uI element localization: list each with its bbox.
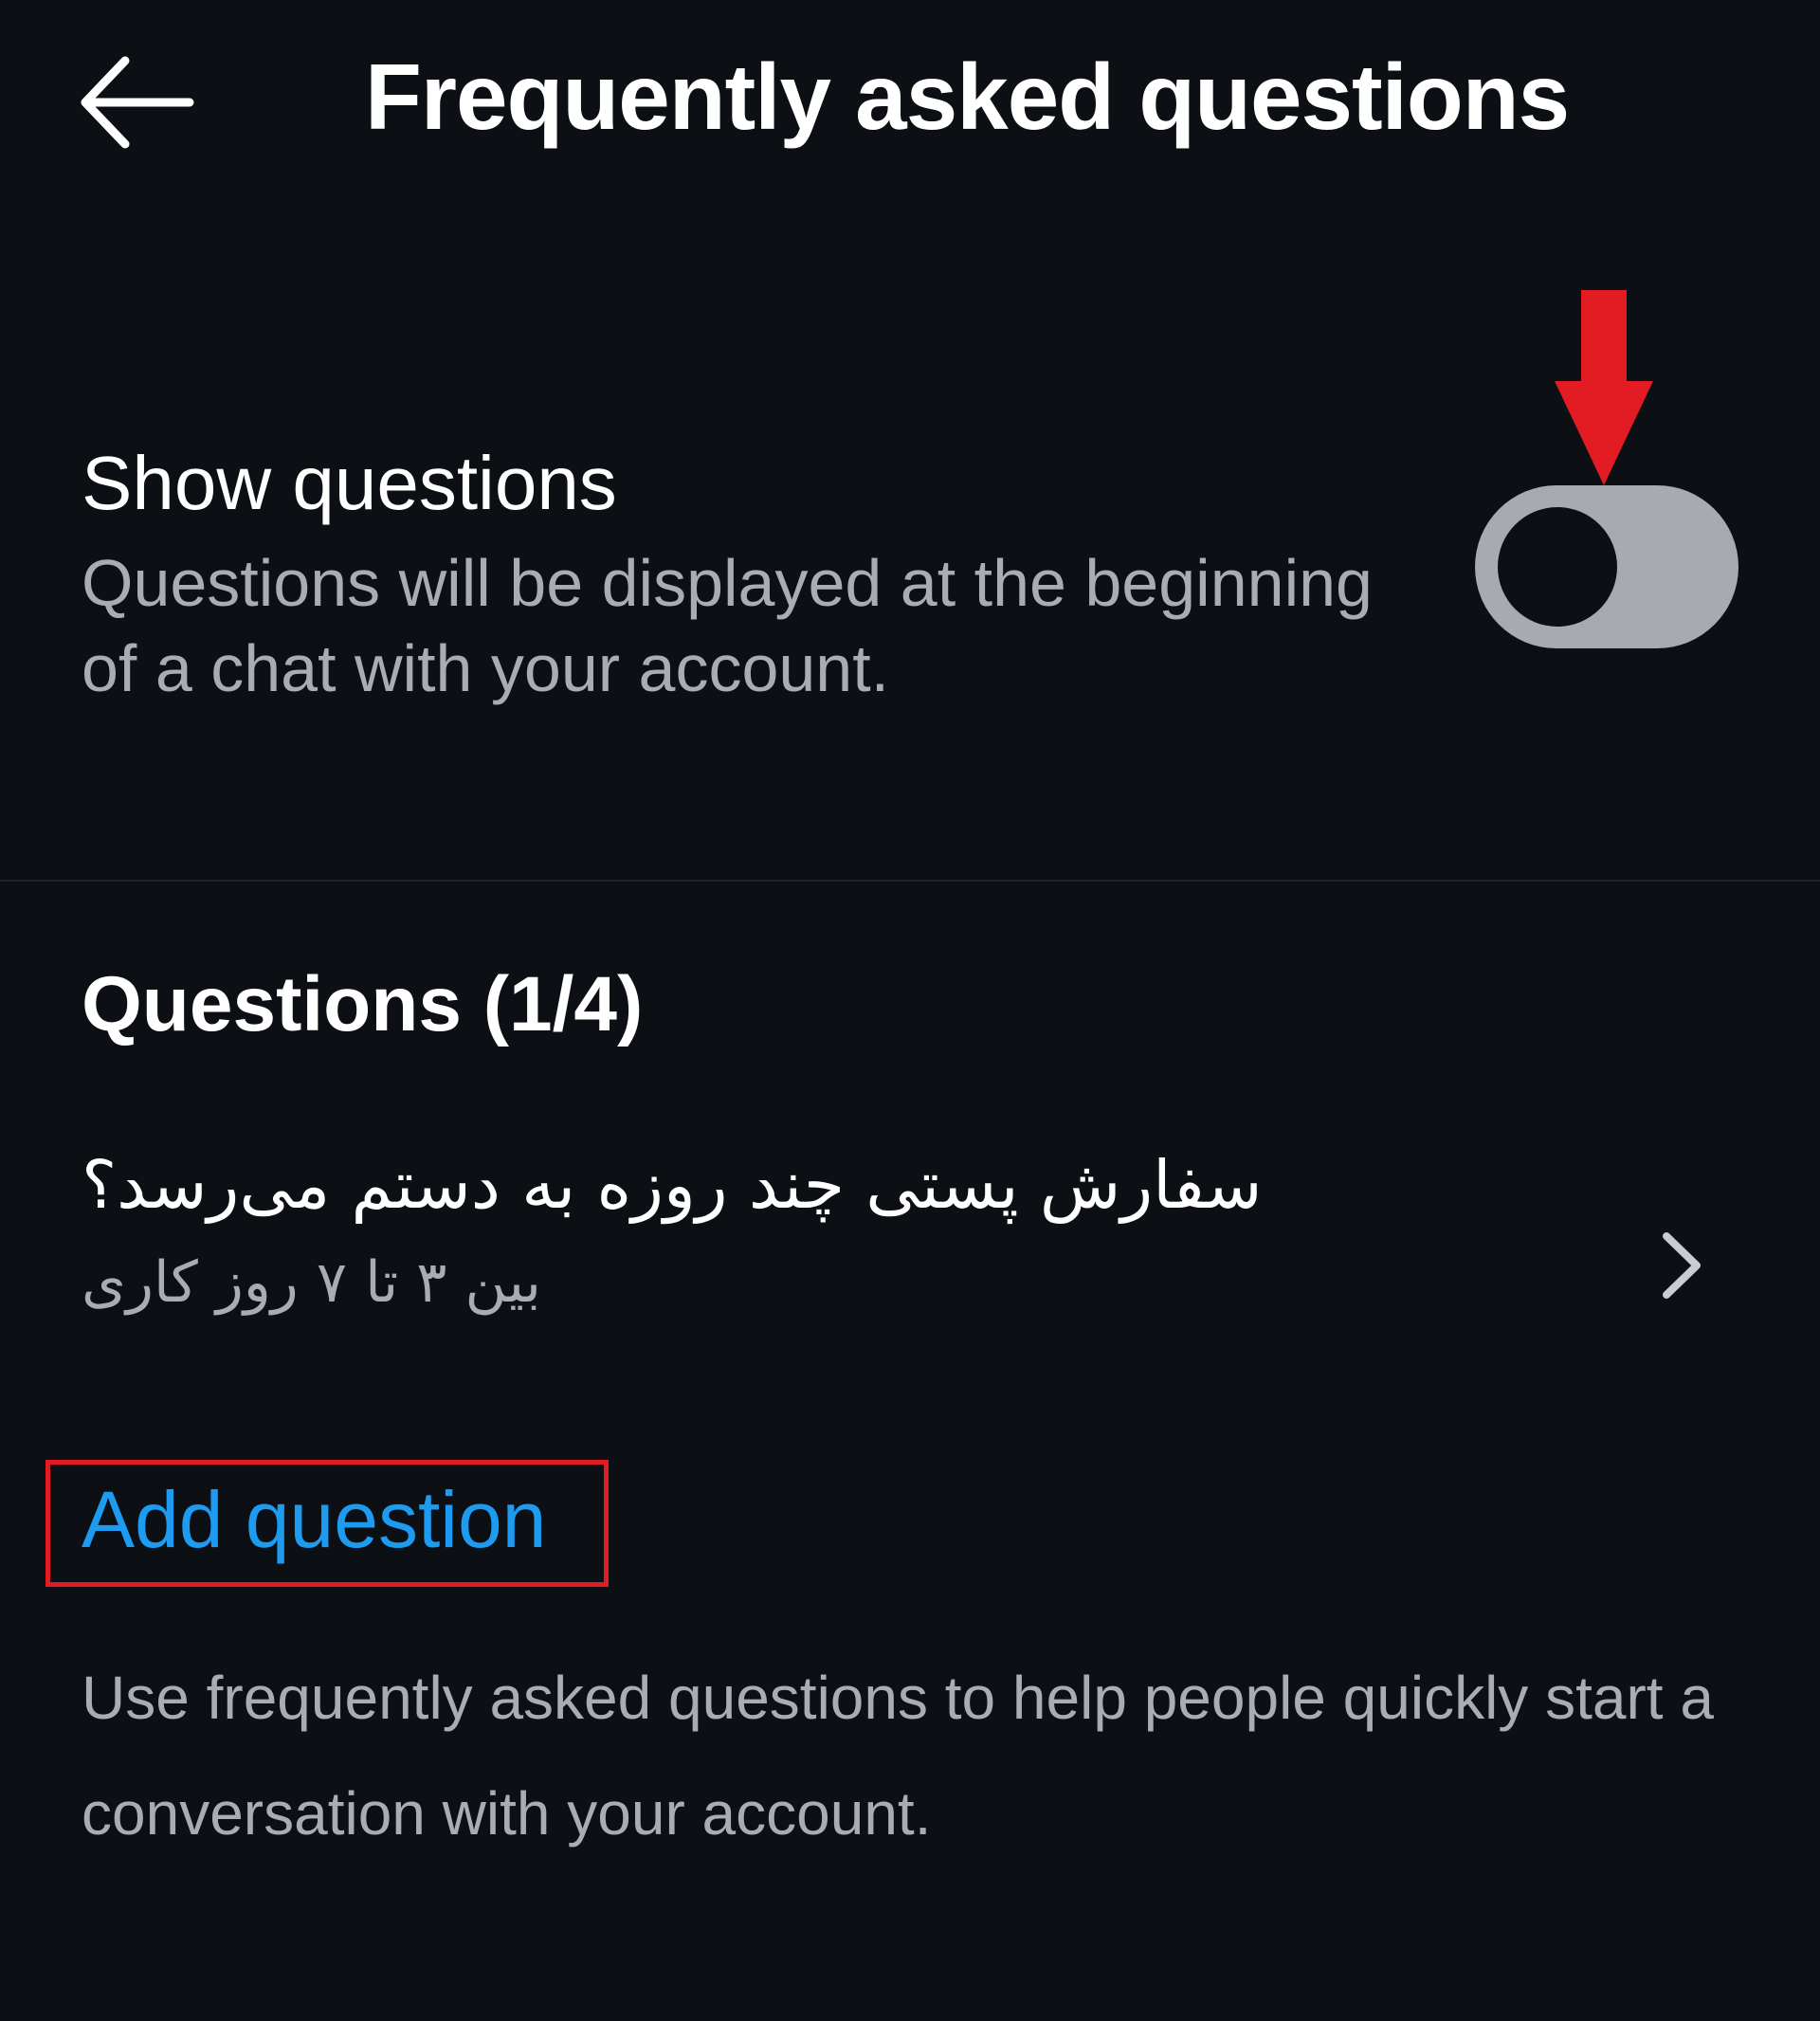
question-answer: بین ۳ تا ۷ روز کاری xyxy=(82,1249,542,1316)
show-questions-toggle[interactable] xyxy=(1475,485,1738,648)
question-text: سفارش پستی چند روزه به دستم می‌رسد؟ xyxy=(82,1146,1263,1224)
section-divider xyxy=(0,880,1820,882)
page-title: Frequently asked questions xyxy=(365,45,1570,149)
chevron-right-icon xyxy=(1663,1232,1701,1299)
add-question-button[interactable]: Add question xyxy=(82,1467,546,1572)
arrow-left-icon xyxy=(81,56,194,149)
faq-screen: Frequently asked questions Show question… xyxy=(0,0,1820,2021)
back-button[interactable] xyxy=(76,46,209,159)
question-list-item[interactable]: سفارش پستی چند روزه به دستم می‌رسد؟ بین … xyxy=(0,1119,1820,1346)
show-questions-description: Questions will be displayed at the begin… xyxy=(82,546,1373,705)
show-questions-title: Show questions xyxy=(82,441,617,525)
red-arrow-annotation-icon xyxy=(1555,290,1653,485)
help-text: Use frequently asked questions to help p… xyxy=(82,1664,1714,1848)
questions-heading: Questions (1/4) xyxy=(82,961,644,1047)
show-questions-row: Show questions Questions will be display… xyxy=(0,284,1820,880)
header: Frequently asked questions xyxy=(0,0,1820,199)
toggle-knob xyxy=(1498,507,1617,627)
